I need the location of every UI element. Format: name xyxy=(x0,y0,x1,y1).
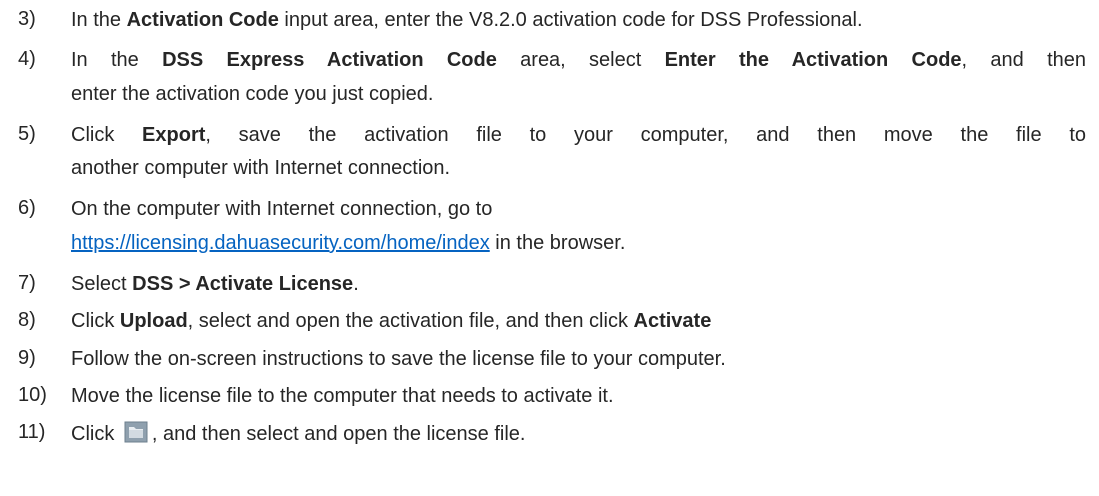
step-number: 7) xyxy=(18,272,36,294)
step-text-line: another computer with Internet connectio… xyxy=(71,156,450,180)
step-text-line: enter the activation code you just copie… xyxy=(71,82,433,106)
step-text: enter the activation code you just copie… xyxy=(71,83,434,105)
step-text: . xyxy=(353,273,359,295)
step-text: Click xyxy=(71,423,120,445)
step-text-line: Follow the on-screen instructions to sav… xyxy=(71,347,726,371)
step-text: Select xyxy=(71,273,133,295)
step-text-line: Click Upload, select and open the activa… xyxy=(71,309,711,333)
step-text-line: Click Export, save the activation file t… xyxy=(71,123,1086,147)
step-text-line: On the computer with Internet connection… xyxy=(71,197,492,221)
step-number: 9) xyxy=(18,347,36,369)
ui-term: Activate xyxy=(633,310,712,332)
step-text: area, select xyxy=(496,49,665,71)
licensing-link[interactable]: https://licensing.dahuasecurity.com/home… xyxy=(71,232,490,254)
step-number: 6) xyxy=(18,197,36,219)
step-number: 11) xyxy=(18,421,46,443)
step-text-line: In the Activation Code input area, enter… xyxy=(71,8,863,32)
ui-term: Export xyxy=(142,124,206,146)
step-number: 8) xyxy=(18,309,36,331)
ui-term: Activation Code xyxy=(126,9,279,31)
step-text-line: https://licensing.dahuasecurity.com/home… xyxy=(71,231,625,255)
step-text: , save the activation file to your compu… xyxy=(205,124,1086,146)
step-text-line: Click , and then select and open the lic… xyxy=(71,421,525,446)
step-number: 10) xyxy=(18,384,47,406)
step-text: On the computer with Internet connection… xyxy=(71,198,493,220)
step-text-line: Select DSS > Activate License. xyxy=(71,272,359,296)
step-text: , and then xyxy=(961,49,1086,71)
step-text: in the browser. xyxy=(489,232,626,254)
step-text: Move the license file to the computer th… xyxy=(71,385,614,407)
step-number: 5) xyxy=(18,123,36,145)
step-number: 4) xyxy=(18,48,36,70)
ui-term: Upload xyxy=(119,310,188,332)
step-text: Click xyxy=(71,310,120,332)
folder-icon xyxy=(124,421,148,443)
step-text: Click xyxy=(71,124,143,146)
step-text: In the xyxy=(71,49,163,71)
step-text: , select and open the activation file, a… xyxy=(187,310,634,332)
step-text: , and then select and open the license f… xyxy=(151,423,526,445)
ui-term: DSS Express Activation Code xyxy=(162,49,497,71)
ui-term: Enter the Activation Code xyxy=(664,49,962,71)
step-text: input area, enter the V8.2.0 activation … xyxy=(278,9,863,31)
step-number: 3) xyxy=(18,8,36,30)
step-text: another computer with Internet connectio… xyxy=(71,157,451,179)
step-text-line: In the DSS Express Activation Code area,… xyxy=(71,48,1086,72)
step-text: In the xyxy=(71,9,127,31)
ui-term: DSS > Activate License xyxy=(132,273,354,295)
step-text: Follow the on-screen instructions to sav… xyxy=(71,348,726,370)
step-text-line: Move the license file to the computer th… xyxy=(71,384,614,408)
